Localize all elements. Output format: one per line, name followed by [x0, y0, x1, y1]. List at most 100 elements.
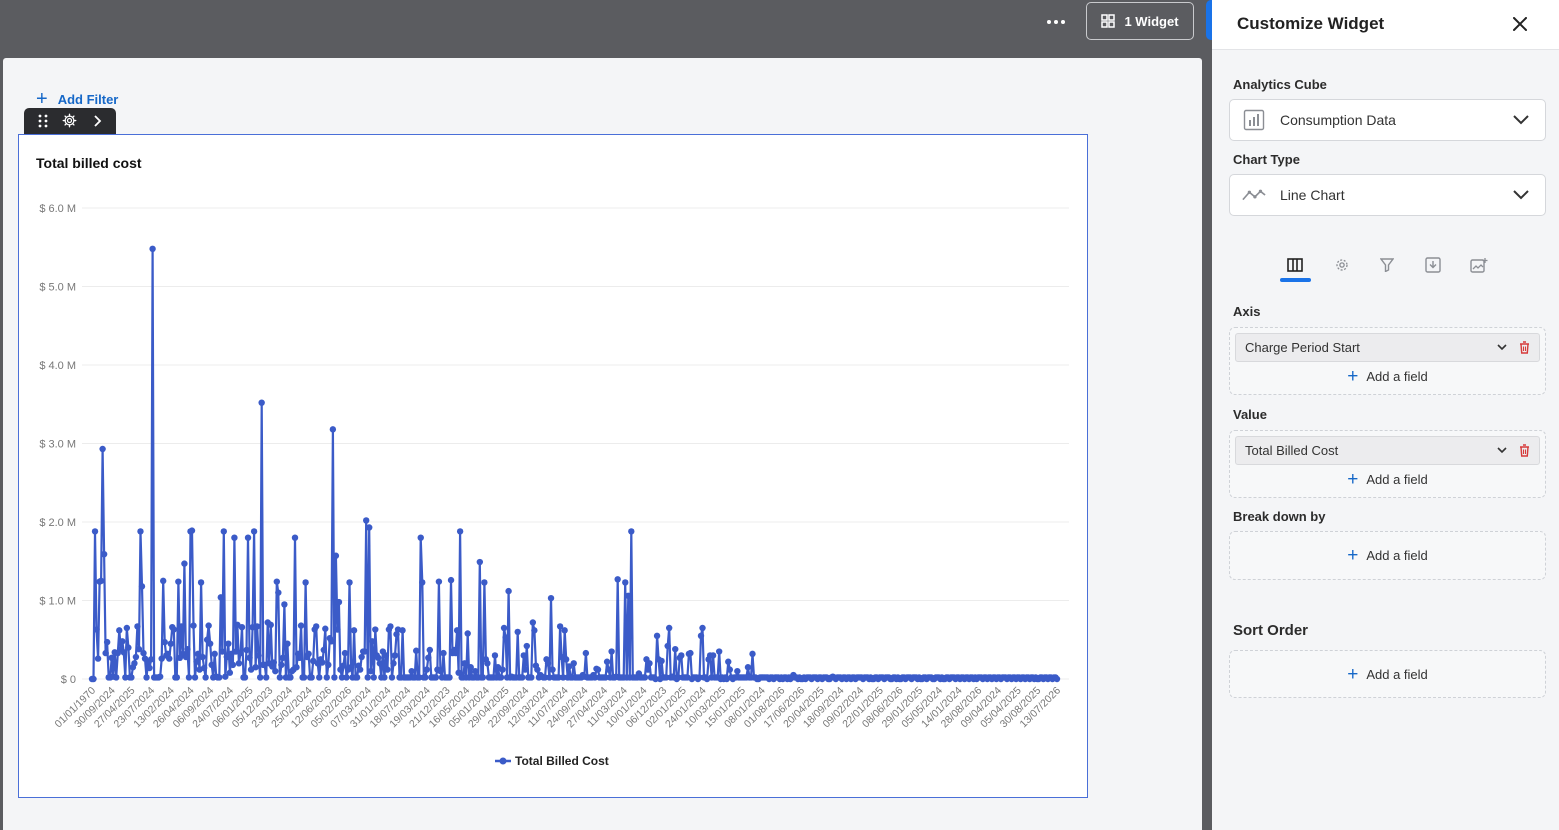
- widgets-button[interactable]: 1 Widget: [1086, 2, 1194, 40]
- data-point: [547, 594, 555, 602]
- tab-filter[interactable]: [1372, 250, 1402, 280]
- data-point: [237, 649, 244, 657]
- data-point: [384, 666, 391, 673]
- data-point: [358, 653, 365, 661]
- data-point: [131, 660, 138, 667]
- data-point: [219, 648, 226, 655]
- data-point: [188, 527, 196, 534]
- sort-order-dropzone[interactable]: + Add a field: [1229, 650, 1546, 698]
- data-point: [328, 638, 335, 645]
- data-point: [479, 674, 487, 681]
- y-tick-label: $ 6.0 M: [39, 203, 76, 215]
- widget-toolbar: [24, 108, 116, 136]
- data-point: [320, 646, 327, 654]
- data-point: [562, 656, 570, 663]
- data-point: [140, 649, 147, 657]
- data-point: [375, 654, 382, 662]
- data-point: [529, 619, 537, 626]
- data-point: [120, 649, 128, 656]
- add-value-field-button[interactable]: + Add a field: [1230, 470, 1545, 489]
- data-point: [531, 627, 538, 634]
- data-point: [499, 666, 506, 673]
- data-point: [272, 667, 279, 675]
- analytics-cube-label: Analytics Cube: [1233, 77, 1327, 92]
- chevron-down-icon[interactable]: [1494, 443, 1510, 459]
- data-point: [113, 674, 120, 681]
- add-filter-button[interactable]: + Add Filter: [36, 89, 118, 109]
- value-section-label: Value: [1233, 407, 1267, 422]
- breakdown-section-label: Break down by: [1233, 509, 1326, 524]
- axis-field-pill[interactable]: Charge Period Start: [1235, 333, 1540, 362]
- tab-settings[interactable]: [1327, 250, 1357, 280]
- data-point: [622, 579, 629, 586]
- more-options-button[interactable]: [1040, 8, 1072, 36]
- tab-columns[interactable]: [1280, 250, 1310, 280]
- data-point: [156, 673, 164, 680]
- more-dot-icon: [1047, 20, 1051, 24]
- data-point: [305, 650, 312, 658]
- data-point: [263, 674, 270, 681]
- drag-handle-icon[interactable]: [32, 114, 54, 131]
- data-point: [216, 674, 223, 681]
- image-add-icon: [1470, 258, 1488, 273]
- data-point: [178, 623, 185, 630]
- data-point: [366, 524, 373, 531]
- add-breakdown-field-button[interactable]: + Add a field: [1230, 546, 1545, 565]
- chart-widget[interactable]: Total billed cost $ 0 $ 1.0 M $ 2.0 M $ 3.0…: [18, 134, 1088, 798]
- data-point: [625, 592, 632, 599]
- add-axis-field-button[interactable]: + Add a field: [1230, 367, 1545, 386]
- data-point: [143, 674, 150, 681]
- data-point: [246, 654, 253, 662]
- value-field-name: Total Billed Cost: [1245, 443, 1339, 458]
- trash-icon[interactable]: [1516, 443, 1532, 459]
- data-point: [347, 664, 355, 671]
- breakdown-dropzone[interactable]: + Add a field: [1229, 531, 1546, 580]
- data-point: [350, 627, 358, 634]
- y-tick-label: $ 2.0 M: [39, 517, 76, 529]
- data-point: [182, 653, 190, 661]
- data-point: [464, 630, 471, 637]
- data-point: [132, 653, 140, 661]
- tab-export[interactable]: [1418, 250, 1448, 280]
- data-point: [432, 674, 440, 681]
- chevron-right-icon[interactable]: [86, 114, 108, 130]
- line-chart-icon: [1242, 183, 1266, 207]
- data-point: [302, 579, 309, 586]
- gear-icon[interactable]: [59, 113, 81, 131]
- axis-dropzone[interactable]: Charge Period Start + Add a field: [1229, 327, 1546, 395]
- trash-icon[interactable]: [1516, 340, 1532, 356]
- value-dropzone[interactable]: Total Billed Cost + Add a field: [1229, 430, 1546, 498]
- data-point: [332, 552, 340, 559]
- data-point: [481, 579, 488, 586]
- y-tick-label: $ 0: [61, 674, 76, 686]
- data-point: [270, 659, 277, 666]
- data-point: [258, 399, 265, 406]
- data-point: [419, 579, 426, 586]
- data-point: [190, 622, 197, 629]
- panel-tabs: [1212, 250, 1559, 290]
- data-point: [500, 624, 508, 632]
- data-point: [446, 674, 453, 681]
- value-field-pill[interactable]: Total Billed Cost: [1235, 436, 1540, 465]
- data-point: [313, 623, 320, 630]
- columns-icon: [1287, 258, 1303, 272]
- axis-field-name: Charge Period Start: [1245, 340, 1360, 355]
- chevron-down-icon[interactable]: [1494, 340, 1510, 356]
- data-point: [331, 674, 338, 681]
- chart-type-select[interactable]: Line Chart: [1229, 174, 1546, 216]
- data-point: [382, 652, 390, 659]
- data-point: [202, 674, 209, 681]
- data-point: [91, 528, 99, 535]
- add-sort-field-button[interactable]: + Add a field: [1230, 665, 1545, 684]
- more-dot-icon: [1061, 20, 1065, 24]
- legend-swatch-dot: [499, 757, 507, 765]
- data-point: [220, 528, 227, 535]
- data-point: [256, 674, 264, 681]
- data-point: [199, 653, 206, 661]
- data-point: [734, 667, 741, 675]
- data-point: [476, 558, 484, 566]
- analytics-cube-select[interactable]: Consumption Data: [1229, 99, 1546, 141]
- close-button[interactable]: [1508, 12, 1532, 36]
- data-point: [211, 650, 218, 658]
- tab-image[interactable]: [1464, 250, 1494, 280]
